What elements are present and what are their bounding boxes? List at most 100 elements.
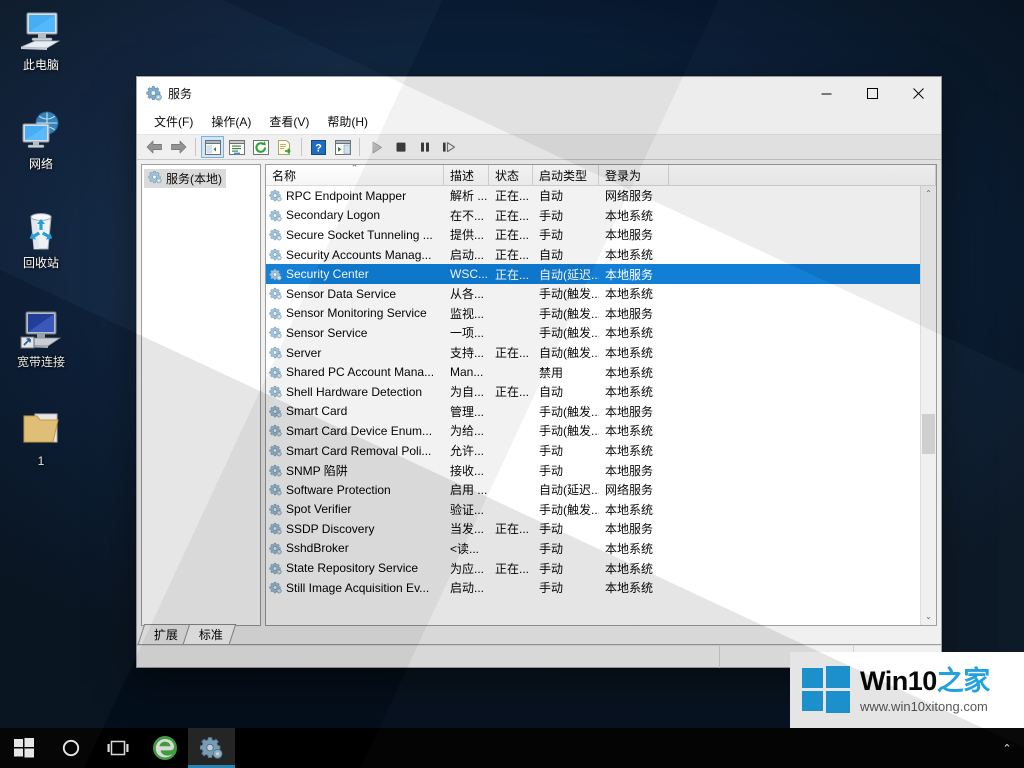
windows-logo-icon bbox=[802, 666, 850, 714]
services-app-icon[interactable] bbox=[188, 728, 235, 768]
close-button[interactable] bbox=[895, 77, 941, 109]
menu-item-action[interactable]: 操作(A) bbox=[202, 110, 260, 133]
toolbar: ? bbox=[137, 134, 941, 160]
table-row[interactable]: Smart Card Removal Poli...允许...手动本地系统 bbox=[266, 441, 920, 461]
table-row[interactable]: RPC Endpoint Mapper解析 ...正在...自动网络服务 bbox=[266, 186, 920, 206]
recycle-bin-icon bbox=[2, 204, 80, 252]
cell-state: 正在... bbox=[489, 266, 533, 283]
cell-state: 正在... bbox=[489, 246, 533, 263]
scroll-up-button[interactable]: ⌃ bbox=[921, 186, 936, 202]
cell-logon: 本地服务 bbox=[599, 226, 669, 243]
browser-icon[interactable] bbox=[141, 728, 188, 768]
table-row[interactable]: Sensor Monitoring Service监视...手动(触发...本地… bbox=[266, 304, 920, 324]
service-name-label: Shell Hardware Detection bbox=[286, 385, 422, 399]
cell-start: 自动(延迟... bbox=[533, 266, 599, 283]
show-hidden-icons-chevron-icon[interactable]: ⌃ bbox=[990, 728, 1024, 768]
cell-desc: 为应... bbox=[444, 560, 489, 577]
cell-desc: 从各... bbox=[444, 285, 489, 302]
column-header-description[interactable]: 描述 bbox=[444, 165, 489, 186]
table-row[interactable]: Security CenterWSC...正在...自动(延迟...本地服务 bbox=[266, 264, 920, 284]
service-name-label: Security Accounts Manag... bbox=[286, 248, 431, 262]
properties-icon[interactable] bbox=[225, 136, 248, 158]
chevron-up-icon: ⌃ bbox=[925, 190, 932, 198]
console-view-icon[interactable] bbox=[331, 136, 354, 158]
table-row[interactable]: Still Image Acquisition Ev...启动...手动本地系统 bbox=[266, 578, 920, 598]
cortana-search-icon[interactable] bbox=[47, 728, 94, 768]
service-gear-icon bbox=[269, 581, 282, 594]
list-vertical-scrollbar[interactable]: ⌃ ⌄ bbox=[920, 186, 936, 625]
refresh-icon[interactable] bbox=[249, 136, 272, 158]
start-service-icon[interactable] bbox=[365, 136, 388, 158]
table-row[interactable]: SshdBroker<读...手动本地系统 bbox=[266, 539, 920, 559]
cell-start: 手动(触发... bbox=[533, 403, 599, 420]
cell-desc: 提供... bbox=[444, 226, 489, 243]
table-row[interactable]: Server支持...正在...自动(触发...本地系统 bbox=[266, 343, 920, 363]
service-name-label: SNMP 陷阱 bbox=[286, 462, 348, 479]
column-header-startup-type[interactable]: 启动类型 bbox=[533, 165, 599, 186]
table-row[interactable]: Shared PC Account Mana...Man...禁用本地系统 bbox=[266, 362, 920, 382]
start-button-icon[interactable] bbox=[0, 728, 47, 768]
toolbar-separator bbox=[195, 138, 196, 156]
service-name-label: Smart Card Device Enum... bbox=[286, 424, 432, 438]
help-icon[interactable]: ? bbox=[307, 136, 330, 158]
desktop-icon-recycle-bin[interactable]: 回收站 bbox=[2, 204, 80, 271]
service-name-label: Sensor Service bbox=[286, 326, 367, 340]
maximize-button[interactable] bbox=[849, 77, 895, 109]
stop-service-icon[interactable] bbox=[389, 136, 412, 158]
task-view-icon[interactable] bbox=[94, 728, 141, 768]
menu-item-file[interactable]: 文件(F) bbox=[145, 110, 202, 133]
desktop-icon-this-pc[interactable]: 此电脑 bbox=[2, 6, 80, 73]
scroll-down-button[interactable]: ⌄ bbox=[921, 609, 936, 625]
service-gear-icon bbox=[269, 366, 282, 379]
column-header-status[interactable]: 状态 bbox=[489, 165, 533, 186]
tab-standard[interactable]: 标准 bbox=[183, 624, 237, 644]
table-row[interactable]: SSDP Discovery当发...正在...手动本地服务 bbox=[266, 519, 920, 539]
back-arrow-icon[interactable] bbox=[143, 136, 166, 158]
service-gear-icon bbox=[269, 562, 282, 575]
cell-name: Server bbox=[266, 346, 444, 360]
cell-start: 手动 bbox=[533, 226, 599, 243]
table-row[interactable]: State Repository Service为应...正在...手动本地系统 bbox=[266, 558, 920, 578]
service-gear-icon bbox=[269, 464, 282, 477]
pause-service-icon[interactable] bbox=[413, 136, 436, 158]
desktop-icon-broadband-connection[interactable]: 宽带连接 bbox=[2, 303, 80, 370]
cell-desc: 管理... bbox=[444, 403, 489, 420]
scrollbar-track[interactable] bbox=[921, 202, 936, 609]
table-row[interactable]: Secondary Logon在不...正在...手动本地系统 bbox=[266, 206, 920, 226]
cell-start: 手动(触发... bbox=[533, 285, 599, 302]
forward-arrow-icon[interactable] bbox=[167, 136, 190, 158]
restart-service-icon[interactable] bbox=[437, 136, 460, 158]
tree-node-services-local[interactable]: 服务(本地) bbox=[144, 169, 226, 188]
cell-desc: 接收... bbox=[444, 462, 489, 479]
export-list-icon[interactable] bbox=[273, 136, 296, 158]
table-row[interactable]: Security Accounts Manag...启动...正在...自动本地… bbox=[266, 245, 920, 265]
service-gear-icon bbox=[269, 385, 282, 398]
table-row[interactable]: Smart Card管理...手动(触发...本地服务 bbox=[266, 402, 920, 422]
cell-start: 手动 bbox=[533, 207, 599, 224]
show-hide-tree-icon[interactable] bbox=[201, 136, 224, 158]
desktop-icon-label: 回收站 bbox=[2, 256, 80, 271]
column-header-log-on-as[interactable]: 登录为 bbox=[599, 165, 669, 186]
table-row[interactable]: Secure Socket Tunneling ...提供...正在...手动本… bbox=[266, 225, 920, 245]
table-row[interactable]: SNMP 陷阱接收...手动本地服务 bbox=[266, 460, 920, 480]
table-row[interactable]: Sensor Service一项...手动(触发...本地系统 bbox=[266, 323, 920, 343]
tab-label: 扩展 bbox=[154, 626, 178, 643]
minimize-button[interactable] bbox=[803, 77, 849, 109]
table-row[interactable]: Shell Hardware Detection为自...正在...自动本地系统 bbox=[266, 382, 920, 402]
cell-desc: 支持... bbox=[444, 344, 489, 361]
window-titlebar[interactable]: 服务 bbox=[137, 77, 941, 109]
menu-item-help[interactable]: 帮助(H) bbox=[318, 110, 377, 133]
desktop-icon-network[interactable]: 网络 bbox=[2, 105, 80, 172]
scrollbar-thumb[interactable] bbox=[922, 414, 935, 455]
network-icon bbox=[2, 105, 80, 153]
desktop-icon-folder-1[interactable]: 1 bbox=[2, 402, 80, 469]
menu-item-view[interactable]: 查看(V) bbox=[260, 110, 318, 133]
cell-state: 正在... bbox=[489, 344, 533, 361]
table-row[interactable]: Smart Card Device Enum...为给...手动(触发...本地… bbox=[266, 421, 920, 441]
table-row[interactable]: Sensor Data Service从各...手动(触发...本地系统 bbox=[266, 284, 920, 304]
column-header-name[interactable]: ⌃ 名称 bbox=[266, 165, 444, 186]
taskbar: ⌃ bbox=[0, 728, 1024, 768]
table-row[interactable]: Software Protection启用 ...自动(延迟...网络服务 bbox=[266, 480, 920, 500]
table-row[interactable]: Spot Verifier验证...手动(触发...本地系统 bbox=[266, 500, 920, 520]
cell-name: Security Center bbox=[266, 267, 444, 281]
